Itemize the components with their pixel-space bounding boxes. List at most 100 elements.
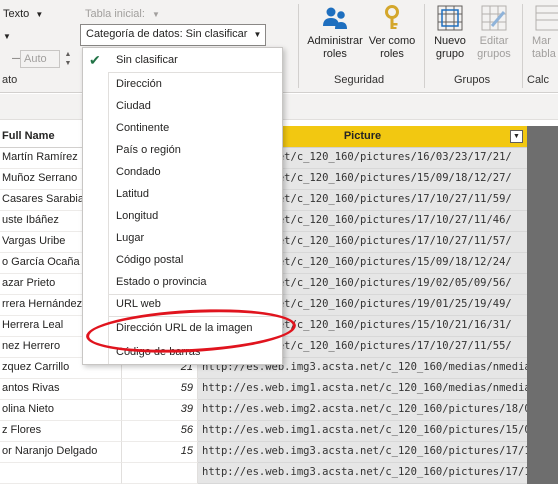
edit-groups-icon [480, 4, 508, 32]
fullname-cell[interactable]: z Flores [0, 421, 122, 442]
menu-separator [109, 72, 282, 73]
fullname-cell[interactable]: olina Nieto [0, 400, 122, 421]
tabla-inicial-label: Tabla inicial: [85, 8, 145, 20]
table-row[interactable]: http://es.web.img3.acsta.net/c_120_160/p… [0, 463, 558, 484]
menu-item[interactable]: Continente [83, 118, 282, 140]
chevron-down-icon: ▼ [151, 10, 160, 19]
chevron-down-icon: ▼ [253, 30, 262, 39]
data-category-dropdown[interactable]: Categoría de datos: Sin clasificar ▼ [80, 24, 266, 46]
menu-item-label: Lugar [116, 232, 145, 244]
chevron-down-icon[interactable]: ▼ [3, 30, 11, 42]
edit-groups-button[interactable]: Editar grupos [473, 4, 515, 61]
number-cell[interactable]: 39 [122, 400, 198, 421]
texto-label: Texto [3, 8, 30, 20]
calc-group-label: Calc [527, 74, 550, 86]
view-as-roles-button[interactable]: Ver como roles [367, 4, 417, 61]
empty-cell [527, 211, 558, 232]
menu-item-label: Estado o provincia [116, 276, 207, 288]
empty-cell [527, 442, 558, 463]
menu-item[interactable]: Ciudad [83, 96, 282, 118]
menu-item-label: Longitud [116, 210, 159, 222]
menu-item[interactable]: Lugar [83, 228, 282, 250]
menu-separator [109, 294, 282, 295]
mark-table-label: Mar tabla [532, 35, 556, 60]
empty-cell [527, 379, 558, 400]
manage-roles-button[interactable]: Administrar roles [303, 4, 367, 61]
fullname-cell[interactable]: antos Rivas [0, 379, 122, 400]
table-row[interactable]: z Flores 56 http://es.web.img1.acsta.net/c… [0, 421, 558, 442]
menu-item-label: Sin clasificar [116, 54, 178, 66]
view-as-roles-icon [378, 4, 406, 32]
number-cell[interactable]: 56 [122, 421, 198, 442]
new-group-button[interactable]: Nuevo grupo [430, 4, 470, 61]
format-group-label: ato [2, 74, 18, 86]
column-header-label: Picture [343, 130, 382, 142]
empty-cell [527, 400, 558, 421]
picture-url-cell[interactable]: http://es.web.img1.acsta.net/c_120_160/m… [198, 379, 527, 400]
fullname-cell[interactable] [0, 463, 122, 484]
empty-cell [527, 274, 558, 295]
decimal-places-input[interactable]: Auto [20, 50, 60, 68]
number-cell[interactable] [122, 463, 198, 484]
checkmark-icon: ✔ [89, 52, 101, 68]
table-row[interactable]: antos Rivas 59 http://es.web.img1.acsta.ne… [0, 379, 558, 400]
column-filter-dropdown[interactable]: ▼ [510, 130, 523, 143]
mark-table-button[interactable]: Mar tabla [532, 4, 558, 61]
empty-cell [527, 148, 558, 169]
menu-item-label: URL web [116, 298, 161, 310]
table-row[interactable]: or Naranjo Delgado 15 http://es.web.img3.a… [0, 442, 558, 463]
empty-cell [527, 358, 558, 379]
empty-cell [527, 463, 558, 484]
manage-roles-label: Administrar roles [307, 35, 363, 60]
security-group-label: Seguridad [334, 74, 385, 86]
menu-item-label: Código postal [116, 254, 184, 266]
menu-item-label: Ciudad [116, 100, 151, 112]
spin-arrows-icon[interactable]: ▲ ▼ [62, 50, 74, 68]
menu-item[interactable]: Estado o provincia [83, 272, 282, 294]
edit-groups-label: Editar grupos [477, 35, 511, 60]
picture-url-cell[interactable]: http://es.web.img2.acsta.net/c_120_160/p… [198, 400, 527, 421]
picture-url-cell[interactable]: http://es.web.img3.acsta.net/c_120_160/p… [198, 442, 527, 463]
data-category-label: Categoría de datos: Sin clasificar [86, 28, 248, 40]
empty-cell [527, 169, 558, 190]
empty-cell [527, 421, 558, 442]
menu-item-label: País o región [116, 144, 181, 156]
menu-item[interactable]: Código postal [83, 250, 282, 272]
menu-item[interactable]: Latitud [83, 184, 282, 206]
text-format-dropdown[interactable]: Texto ▼ [3, 8, 43, 20]
menu-item[interactable]: ✔ Sin clasificar [83, 50, 282, 72]
ribbon-divider [522, 4, 523, 88]
empty-cell [527, 316, 558, 337]
mark-table-icon [534, 4, 558, 32]
menu-item[interactable]: Dirección [83, 74, 282, 96]
menu-item[interactable]: Condado [83, 162, 282, 184]
new-group-label: Nuevo grupo [434, 35, 466, 60]
menu-item-label: Dirección [116, 78, 162, 90]
picture-url-cell[interactable]: http://es.web.img3.acsta.net/c_120_160/p… [198, 463, 527, 484]
menu-item-label: Condado [116, 166, 161, 178]
menu-item-label: Latitud [116, 188, 150, 200]
menu-item-label: Continente [116, 122, 170, 134]
column-header-dark [527, 126, 558, 148]
new-group-icon [436, 4, 464, 32]
empty-cell [527, 337, 558, 358]
number-cell[interactable]: 59 [122, 379, 198, 400]
ribbon-divider [424, 4, 425, 88]
number-cell[interactable]: 15 [122, 442, 198, 463]
groups-group-label: Grupos [454, 74, 491, 86]
fullname-cell[interactable]: or Naranjo Delgado [0, 442, 122, 463]
table-row[interactable]: olina Nieto 39 http://es.web.img2.acsta.ne… [0, 400, 558, 421]
view-as-roles-label: Ver como roles [368, 35, 416, 60]
auto-value: Auto [24, 53, 47, 65]
empty-cell [527, 190, 558, 211]
menu-item[interactable]: País o región [83, 140, 282, 162]
ribbon-divider [298, 4, 299, 88]
empty-cell [527, 295, 558, 316]
default-table-dropdown[interactable]: Tabla inicial: ▼ [85, 8, 160, 20]
empty-cell [527, 253, 558, 274]
column-header-label: Full Name [2, 130, 55, 142]
picture-url-cell[interactable]: http://es.web.img1.acsta.net/c_120_160/p… [198, 421, 527, 442]
chevron-down-icon: ▼ [35, 10, 44, 19]
manage-roles-icon [321, 4, 349, 32]
menu-item[interactable]: Longitud [83, 206, 282, 228]
